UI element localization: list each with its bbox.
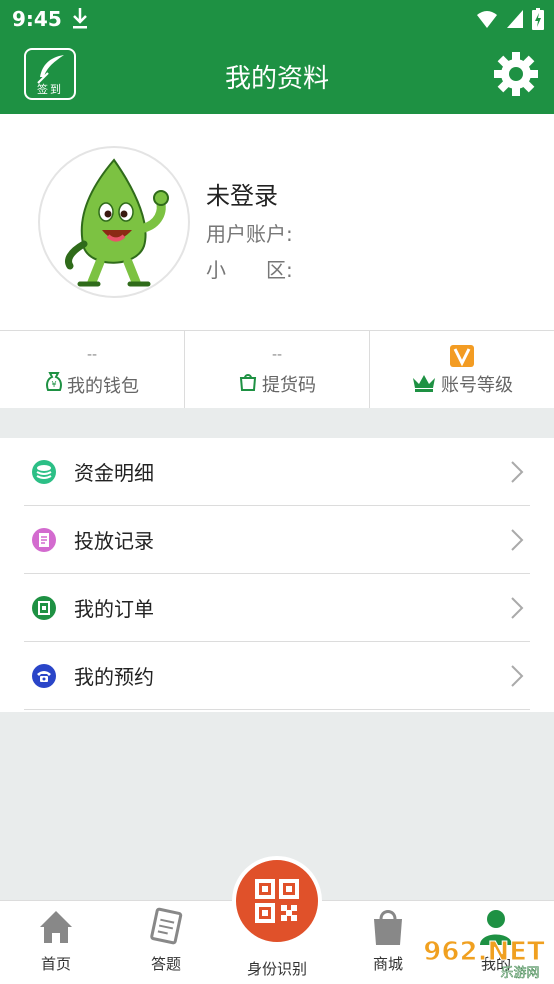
id-scan-button[interactable] (232, 856, 322, 946)
menu-item-my-orders[interactable]: 我的订单 (24, 574, 530, 642)
menu-item-label: 资金明细 (74, 461, 154, 485)
status-time: 9:45 (12, 7, 62, 31)
battery-icon (532, 8, 544, 34)
qr-code-icon (255, 879, 299, 927)
account-label: 用户账户: (206, 222, 293, 246)
pickup-code-label: 提货码 (262, 375, 316, 396)
menu-list: 资金明细 投放记录 我的订单 我的预约 (0, 438, 554, 712)
pickup-code-value: -- (271, 347, 283, 363)
profile-card[interactable]: 未登录 用户账户: 小 区: (0, 114, 554, 330)
community-label: 小 区: (206, 258, 293, 282)
menu-item-drop-records[interactable]: 投放记录 (24, 506, 530, 574)
download-icon (70, 6, 90, 34)
menu-item-label: 我的订单 (74, 597, 154, 621)
home-icon (36, 911, 76, 951)
quiz-icon (146, 907, 186, 951)
shopping-bag-icon (368, 910, 408, 951)
app-bar: 签到 我的资料 (0, 38, 554, 114)
stat-pickup-code[interactable]: -- 提货码 (184, 331, 369, 408)
gear-icon[interactable] (492, 50, 540, 102)
nav-home[interactable]: 首页 (16, 907, 96, 974)
stat-account-level[interactable]: 账号等级 (369, 331, 554, 408)
status-bar: 9:45 (0, 0, 554, 38)
money-bag-icon: ¥ (45, 371, 63, 398)
account-level-label: 账号等级 (441, 375, 513, 396)
menu-item-label: 我的预约 (74, 665, 154, 689)
nav-shop[interactable]: 商城 (348, 907, 428, 974)
avatar[interactable] (38, 146, 190, 298)
nav-id-label: 身份识别 (246, 960, 307, 978)
nav-quiz-label: 答题 (150, 955, 181, 973)
nav-quiz[interactable]: 答题 (126, 907, 206, 974)
stat-wallet[interactable]: -- ¥ 我的钱包 (0, 331, 184, 408)
wallet-value: -- (86, 347, 98, 363)
watermark-text: 962.NET (423, 937, 545, 967)
chevron-right-icon (510, 664, 524, 692)
phone-icon (32, 663, 56, 688)
coin-stack-icon (32, 459, 56, 484)
page-title: 我的资料 (224, 64, 329, 94)
watermark-logo: 962.NET 乐游网 (420, 930, 550, 982)
wifi-icon (476, 9, 498, 33)
menu-item-my-appointments[interactable]: 我的预约 (24, 642, 530, 710)
nav-home-label: 首页 (40, 955, 71, 973)
signal-icon (506, 9, 524, 33)
vip-badge-icon (450, 345, 474, 371)
profile-name: 未登录 (206, 182, 278, 210)
chevron-right-icon (510, 596, 524, 624)
wallet-label: 我的钱包 (67, 375, 139, 397)
stats-bar: -- ¥ 我的钱包 -- 提货码 账号等级 (0, 330, 554, 408)
chevron-right-icon (510, 528, 524, 556)
document-icon (32, 527, 56, 552)
order-icon (32, 595, 56, 620)
watermark-subtext: 乐游网 (500, 966, 539, 980)
menu-item-label: 投放记录 (74, 529, 154, 553)
menu-item-fund-details[interactable]: 资金明细 (24, 438, 530, 506)
nav-shop-label: 商城 (372, 955, 403, 973)
svg-text:¥: ¥ (51, 380, 56, 389)
bag-icon (238, 372, 258, 397)
chevron-right-icon (510, 460, 524, 488)
leaf-mascot-icon (65, 158, 169, 287)
crown-icon (411, 372, 437, 397)
